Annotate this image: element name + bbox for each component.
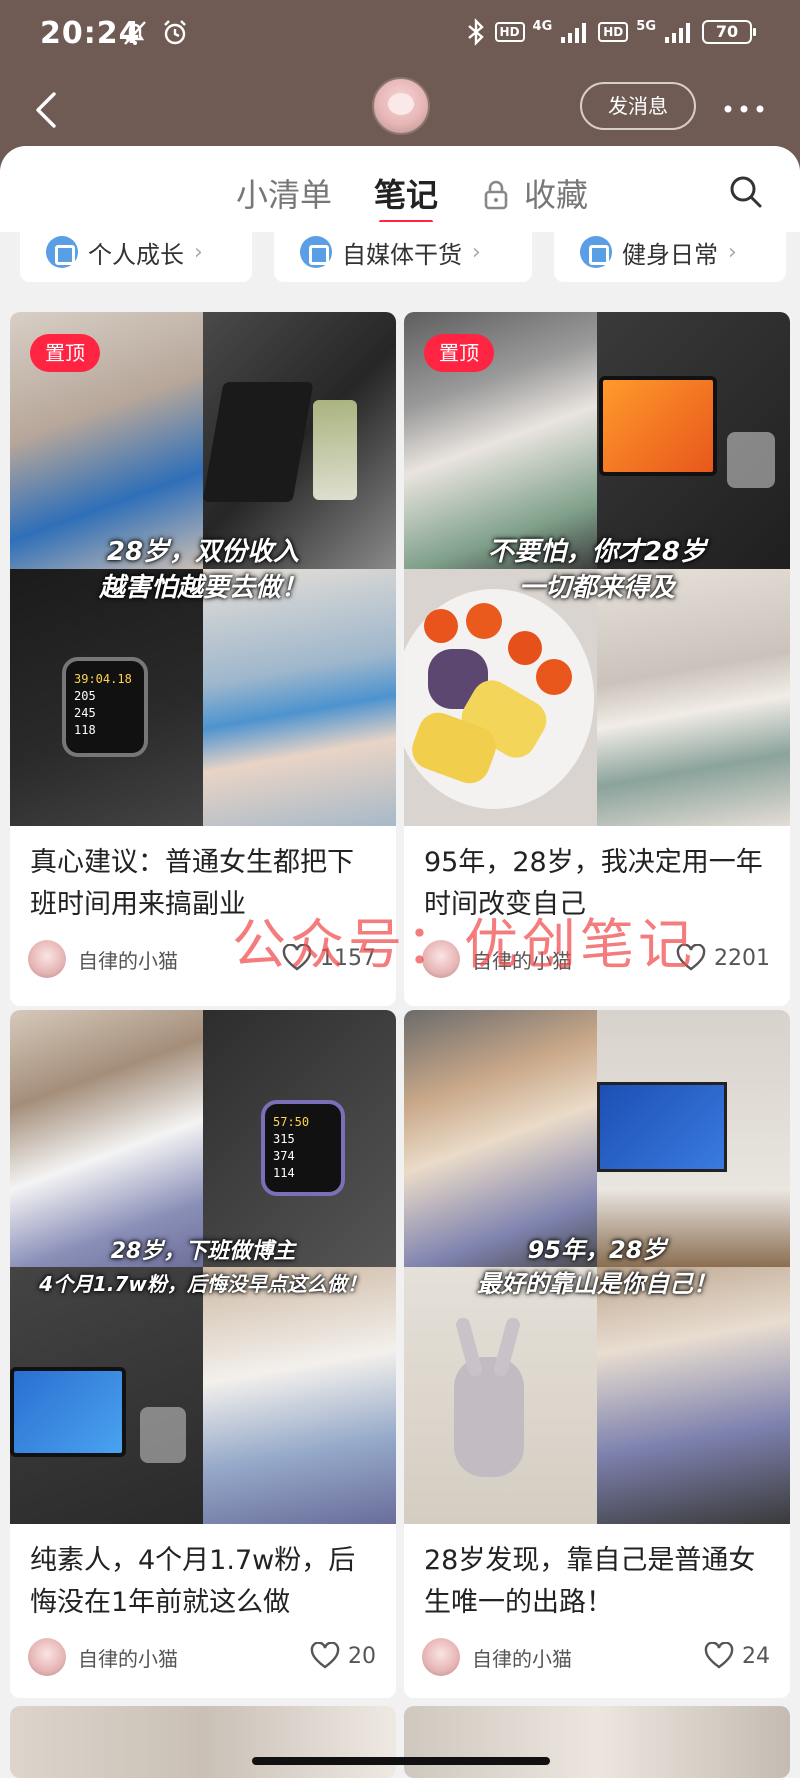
watch-value: 245 [74,706,96,720]
tab-notes[interactable]: 笔记 [374,170,438,216]
chevron-right-icon: › [472,239,481,265]
chip-label: 自媒体干货 [342,240,462,269]
note-card[interactable]: 57:50 315 374 114 28岁，下班做博主 4个月1.7w粉，后悔没… [10,1010,396,1698]
watch-value: 118 [74,723,96,737]
network-5g-label: 5G [636,18,656,34]
heart-icon [704,1642,734,1669]
home-indicator[interactable] [252,1757,550,1765]
signal-icon-2 [665,23,690,43]
cover-caption-line1: 不要怕，你才28岁 [487,537,707,567]
author-name: 自律的小猫 [472,1646,572,1671]
watch-time: 39:04.18 [74,672,132,686]
chip-personal-growth[interactable]: 个人成长 › [20,222,252,282]
cover-caption-line2: 4个月1.7w粉，后悔没早点这么做！ [39,1272,367,1296]
note-title: 纯素人，4个月1.7w粉，后悔没在1年前就这么做 [30,1545,356,1618]
folder-icon [580,236,612,268]
chevron-right-icon: › [194,239,203,265]
folder-icon [300,236,332,268]
category-chips: 个人成长 › 自媒体干货 › 健身日常 › [0,222,800,292]
note-card[interactable]: 95年，28岁 最好的靠山是你自己！ 28岁发现，靠自己是普通女生唯一的出路！ … [404,1010,790,1698]
note-author[interactable]: 自律的小猫 [28,1638,178,1676]
cover-caption-line2: 最好的靠山是你自己！ [477,1270,717,1298]
status-bar: 20:24 HD 4G HD 5G 70 [0,0,800,72]
mute-bell-icon [124,21,146,45]
more-dots-icon [724,105,764,113]
watch-value: 205 [74,689,96,703]
cover-caption-line1: 28岁，双份收入 [106,537,300,567]
hd-badge: HD [494,22,525,42]
note-card[interactable] [404,1706,790,1778]
note-card[interactable] [10,1706,396,1778]
lock-icon [484,180,508,210]
note-author[interactable]: 自律的小猫 [422,1638,572,1676]
cover-caption-line1: 95年，28岁 [527,1236,667,1264]
pinned-badge: 置顶 [424,334,494,372]
cover-caption-line1: 28岁，下班做博主 [110,1239,296,1264]
note-cover-image: 置顶 不要怕，你才28岁 一切都来得及 [404,312,790,826]
like-button[interactable]: 20 [310,1642,376,1670]
watch-value: 114 [273,1166,295,1180]
watch-value: 315 [273,1132,295,1146]
search-icon[interactable] [728,174,764,210]
watch-time: 57:50 [273,1115,310,1129]
status-right: HD 4G HD 5G 70 [465,18,756,46]
watch-value: 374 [273,1149,295,1163]
pinned-badge: 置顶 [30,334,100,372]
tab-favorites[interactable]: 收藏 [524,170,588,216]
status-left-icons [120,18,190,48]
more-options-button[interactable] [722,100,770,113]
note-title: 28岁发现，靠自己是普通女生唯一的出路！ [424,1545,756,1618]
note-cover-image: 39:04.18 205 245 118 置顶 28岁，双份收入 越害怕越要去做… [10,312,396,826]
like-button[interactable]: 24 [704,1642,770,1670]
battery-icon: 70 [702,20,756,44]
cover-caption-line2: 越害怕越要去做！ [98,573,307,603]
chip-label: 个人成长 [88,240,184,269]
chevron-right-icon: › [728,239,737,265]
note-author[interactable]: 自律的小猫 [28,940,178,978]
chip-media-tips[interactable]: 自媒体干货 › [274,222,532,282]
network-4g-label: 4G [532,18,553,34]
avatar [28,1638,66,1676]
chip-fitness-daily[interactable]: 健身日常 › [554,222,786,282]
note-cover-image: 95年，28岁 最好的靠山是你自己！ [404,1010,790,1524]
avatar [28,940,66,978]
signal-icon [561,23,587,43]
back-button[interactable] [28,86,68,136]
chevron-left-icon [36,92,56,128]
folder-icon [46,236,78,268]
cover-caption-line2: 一切都来得及 [518,573,675,603]
author-name: 自律的小猫 [78,1646,178,1671]
tab-list[interactable]: 小清单 [236,170,332,216]
send-message-button[interactable]: 发消息 [580,82,696,130]
like-count: 20 [348,1643,376,1669]
hd-badge-2: HD [598,22,629,42]
profile-avatar[interactable] [372,77,430,135]
note-cover-image: 57:50 315 374 114 28岁，下班做博主 4个月1.7w粉，后悔没… [10,1010,396,1524]
like-count: 2201 [714,945,770,971]
heart-icon [310,1642,340,1669]
watermark: 公众号：优创笔记 [232,913,696,976]
author-name: 自律的小猫 [78,948,178,973]
chip-label: 健身日常 [622,240,718,269]
avatar [422,1638,460,1676]
alarm-icon [164,20,186,45]
bluetooth-icon [467,18,484,46]
like-count: 24 [742,1643,770,1669]
